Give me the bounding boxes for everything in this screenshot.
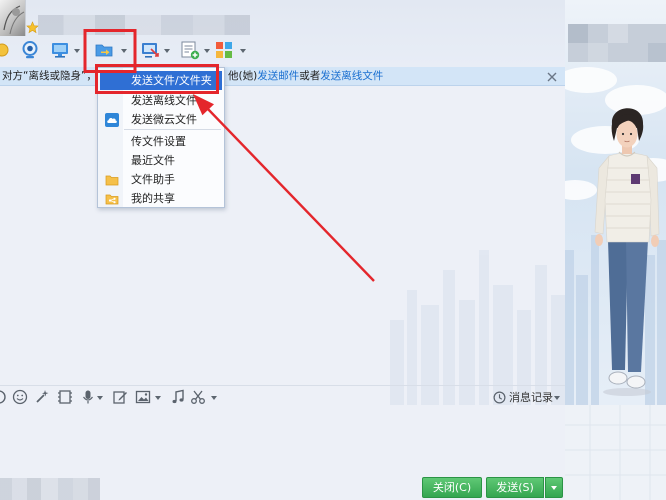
- magic-wand-icon[interactable]: [34, 389, 50, 405]
- emoji-icon[interactable]: [12, 389, 28, 405]
- menu-item-file-assistant[interactable]: 文件助手: [100, 170, 222, 189]
- menu-item-my-share[interactable]: 我的共享: [100, 189, 222, 208]
- send-mail-link[interactable]: 发送邮件: [257, 70, 299, 82]
- notice-who-text: 他(她): [228, 70, 258, 82]
- menu-item-label: 发送文件/文件夹: [131, 74, 212, 87]
- input-divider: [0, 385, 565, 386]
- offline-notice-bar: 对方“离线或隐身”， 他(她)发送邮件或者发送离线文件: [0, 67, 565, 86]
- redacted-footer: [0, 478, 100, 500]
- screen-share-dropdown-arrow[interactable]: [74, 49, 80, 53]
- background-skyline: [390, 250, 565, 405]
- remote-desktop-dropdown-arrow[interactable]: [164, 49, 170, 53]
- send-options-arrow: [551, 486, 557, 490]
- screen-share-icon[interactable]: [50, 40, 70, 60]
- redacted-panel-header: [568, 24, 666, 62]
- cloud-icon: [105, 112, 119, 127]
- partial-toolbar-icon[interactable]: [0, 40, 12, 60]
- history-dropdown-arrow[interactable]: [554, 396, 560, 400]
- file-transfer-dropdown-arrow[interactable]: [121, 49, 127, 53]
- menu-item-label: 最近文件: [131, 153, 175, 167]
- new-document-icon[interactable]: [180, 40, 200, 60]
- contact-avatar[interactable]: [0, 0, 26, 36]
- scissors-dropdown-arrow[interactable]: [211, 396, 217, 400]
- menu-item-label: 传文件设置: [131, 134, 186, 148]
- close-button[interactable]: 关闭(C): [422, 477, 482, 498]
- video-call-icon[interactable]: [20, 40, 40, 60]
- partial-input-icon[interactable]: [0, 389, 7, 405]
- menu-item-label: 文件助手: [131, 172, 175, 186]
- image-icon[interactable]: [135, 389, 151, 405]
- menu-item-recent-files[interactable]: 最近文件: [100, 151, 222, 170]
- notice-close-icon[interactable]: [547, 72, 557, 82]
- microphone-icon[interactable]: [80, 389, 96, 405]
- apps-icon[interactable]: [214, 40, 234, 60]
- menu-item-send-file-folder[interactable]: 发送文件/文件夹: [100, 71, 222, 90]
- new-document-dropdown-arrow[interactable]: [204, 49, 210, 53]
- menu-separator: [124, 129, 221, 130]
- clock-icon: [493, 391, 506, 404]
- notice-lead-text: 对方“离线或隐身”，: [2, 70, 97, 82]
- edit-icon[interactable]: [112, 389, 128, 405]
- menu-item-send-offline-file[interactable]: 发送离线文件: [100, 91, 222, 110]
- send-offline-file-link[interactable]: 发送离线文件: [320, 70, 383, 82]
- message-history-button[interactable]: 消息记录: [492, 389, 562, 406]
- menu-item-label: 发送离线文件: [131, 93, 197, 107]
- qq-show-panel: [565, 0, 666, 500]
- redacted-title: [38, 15, 250, 35]
- menu-item-label: 发送微云文件: [131, 112, 197, 126]
- file-transfer-menu: 发送文件/文件夹 发送离线文件 发送微云文件 传文件设置 最近文件 文件助手 我…: [97, 67, 225, 208]
- file-transfer-icon[interactable]: [94, 40, 114, 60]
- menu-item-label: 我的共享: [131, 191, 175, 205]
- folder-icon: [105, 175, 119, 185]
- avatar-sketch: [3, 5, 25, 35]
- apps-dropdown-arrow[interactable]: [240, 49, 246, 53]
- menu-item-send-weiyun-file[interactable]: 发送微云文件: [100, 110, 222, 129]
- send-options-button[interactable]: [545, 477, 563, 498]
- notice-or-text: 或者: [299, 70, 321, 82]
- send-button[interactable]: 发送(S): [486, 477, 544, 498]
- film-icon[interactable]: [57, 389, 73, 405]
- music-icon[interactable]: [170, 389, 186, 405]
- microphone-dropdown-arrow[interactable]: [97, 396, 103, 400]
- notice-tail: 他(她)发送邮件或者发送离线文件: [228, 67, 383, 86]
- shared-folder-icon: [105, 194, 119, 204]
- message-history-label: 消息记录: [509, 391, 553, 404]
- remote-desktop-icon[interactable]: [140, 40, 160, 60]
- image-dropdown-arrow[interactable]: [155, 396, 161, 400]
- scissors-icon[interactable]: [190, 389, 206, 405]
- menu-item-file-settings[interactable]: 传文件设置: [100, 132, 222, 151]
